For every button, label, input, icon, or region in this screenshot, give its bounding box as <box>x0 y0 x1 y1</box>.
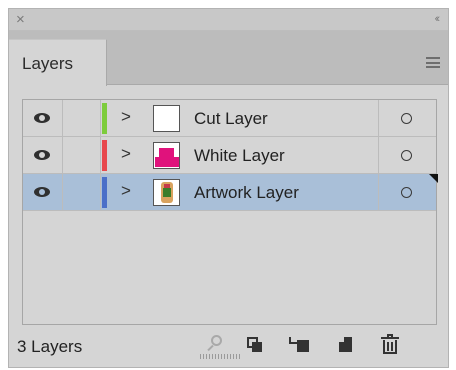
visibility-toggle[interactable] <box>23 174 63 210</box>
layer-count: 3 Layers <box>17 337 83 356</box>
layer-name[interactable]: White Layer <box>194 146 285 166</box>
lock-toggle[interactable] <box>63 137 101 173</box>
expand-chevron-icon[interactable]: > <box>121 144 131 164</box>
tab-layers[interactable]: Layers <box>9 39 107 86</box>
lock-toggle[interactable] <box>63 174 101 210</box>
make-clipping-mask-icon[interactable] <box>244 334 264 354</box>
target-circle-icon <box>401 187 412 198</box>
layer-thumbnail <box>153 179 180 206</box>
target-toggle[interactable] <box>378 137 438 173</box>
delete-icon[interactable] <box>380 334 400 354</box>
layer-color-swatch <box>102 103 107 134</box>
panel-tabstrip: Layers <box>9 31 448 86</box>
resize-grip[interactable] <box>200 354 240 359</box>
tab-layers-label: Layers <box>22 54 74 73</box>
layer-row-artwork[interactable]: > Artwork Layer <box>23 174 438 211</box>
target-circle-icon <box>401 150 412 161</box>
layers-list: > Cut Layer > White Layer > Artwork Laye… <box>22 99 438 325</box>
layer-row-cut[interactable]: > Cut Layer <box>23 100 436 137</box>
selected-art-indicator-icon <box>429 174 438 183</box>
target-toggle[interactable] <box>378 100 438 136</box>
target-toggle[interactable] <box>378 174 438 210</box>
lock-toggle[interactable] <box>63 100 101 136</box>
layer-name[interactable]: Cut Layer <box>194 109 268 129</box>
visibility-toggle[interactable] <box>23 137 63 173</box>
create-new-layer-icon[interactable] <box>336 334 356 354</box>
target-circle-icon <box>401 113 412 124</box>
panel-titlebar[interactable]: × ‹‹ <box>9 9 448 31</box>
expand-chevron-icon[interactable]: > <box>121 181 131 201</box>
layer-color-swatch <box>102 177 107 208</box>
layer-thumbnail <box>153 142 180 169</box>
expand-chevron-icon[interactable]: > <box>121 107 131 127</box>
eye-icon <box>34 150 50 160</box>
visibility-toggle[interactable] <box>23 100 63 136</box>
close-icon[interactable]: × <box>16 11 25 28</box>
create-sublayer-icon[interactable] <box>289 334 309 354</box>
layer-color-swatch <box>102 140 107 171</box>
eye-icon <box>34 187 50 197</box>
layer-name[interactable]: Artwork Layer <box>194 183 299 203</box>
hamburger-menu-icon[interactable] <box>426 57 440 68</box>
eye-icon <box>34 113 50 123</box>
layer-row-white[interactable]: > White Layer <box>23 137 436 174</box>
collapse-icon[interactable]: ‹‹ <box>435 13 441 25</box>
locate-object-icon[interactable] <box>205 334 225 354</box>
layers-panel: × ‹‹ Layers > Cut Layer > White Layer > … <box>8 8 449 368</box>
layer-thumbnail <box>153 105 180 132</box>
